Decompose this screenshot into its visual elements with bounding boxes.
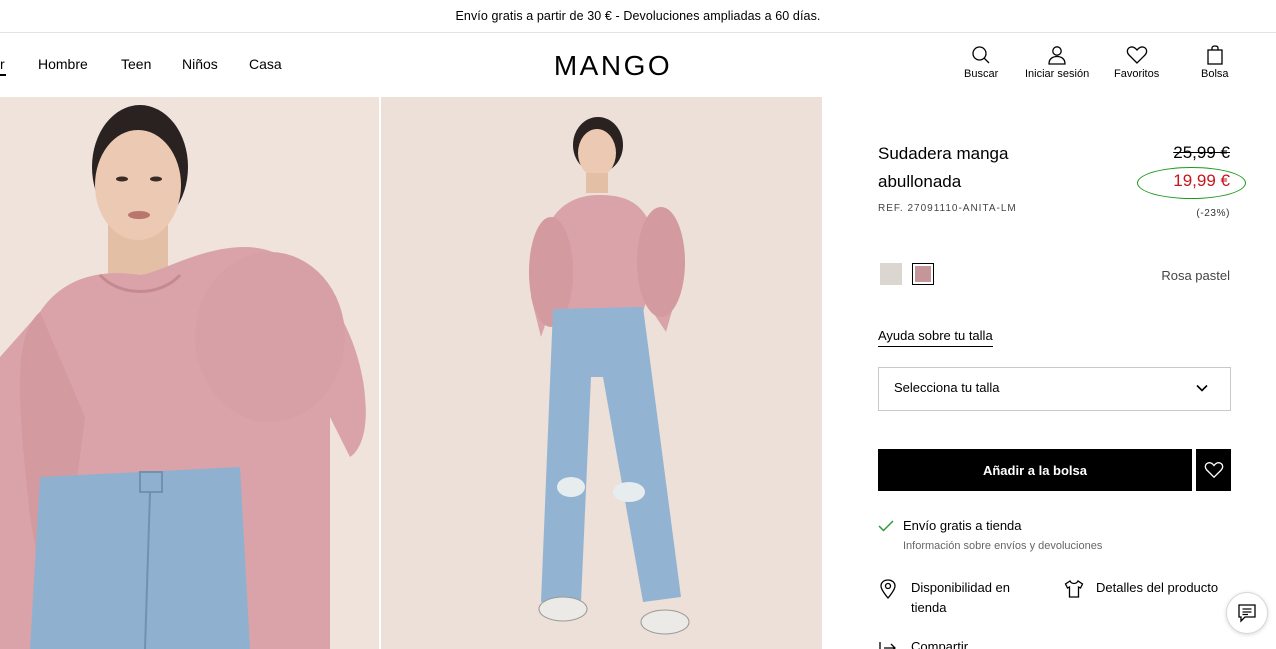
nav-active-underline bbox=[0, 74, 6, 76]
model-fullbody-illustration bbox=[381, 97, 822, 649]
chevron-down-icon bbox=[1196, 384, 1208, 392]
chat-button[interactable] bbox=[1226, 592, 1268, 634]
site-header: r Hombre Teen Niños Casa MANGO Buscar In… bbox=[0, 33, 1276, 97]
color-swatch-pink-fill bbox=[915, 266, 931, 282]
model-closeup-illustration bbox=[0, 97, 379, 649]
shipping-info-link[interactable]: Información sobre envíos y devoluciones bbox=[903, 540, 1102, 552]
product-reference: REF. 27091110-ANITA-LM bbox=[878, 203, 1017, 214]
nav-item-ninos[interactable]: Niños bbox=[182, 56, 218, 72]
size-select-dropdown[interactable]: Selecciona tu talla bbox=[878, 367, 1231, 411]
selected-color-name: Rosa pastel bbox=[1161, 268, 1230, 283]
discount-badge: (-23%) bbox=[1196, 208, 1230, 219]
nav-item-casa[interactable]: Casa bbox=[249, 56, 282, 72]
promo-banner-text: Envío gratis a partir de 30 € - Devoluci… bbox=[455, 9, 821, 23]
color-swatch-pink-selected[interactable] bbox=[912, 263, 934, 285]
promo-banner: Envío gratis a partir de 30 € - Devoluci… bbox=[0, 0, 1276, 33]
mango-logo[interactable]: MANGO bbox=[541, 48, 685, 82]
original-price: 25,99 € bbox=[1173, 143, 1230, 162]
chat-icon bbox=[1238, 604, 1256, 623]
user-icon bbox=[1048, 46, 1066, 65]
favorites-button[interactable]: Favoritos bbox=[1114, 45, 1159, 80]
favorites-label: Favoritos bbox=[1114, 68, 1160, 80]
bag-icon bbox=[1207, 45, 1223, 65]
add-to-favorites-button[interactable] bbox=[1196, 449, 1231, 491]
search-icon bbox=[972, 46, 990, 64]
product-details-button[interactable]: Detalles del producto bbox=[1064, 578, 1218, 599]
share-button[interactable]: Compartir bbox=[879, 637, 968, 649]
tshirt-icon bbox=[1064, 580, 1084, 598]
size-help-link[interactable]: Ayuda sobre tu talla bbox=[878, 328, 993, 347]
heart-icon bbox=[1204, 462, 1223, 479]
store-availability-button[interactable]: Disponibilidad en tienda bbox=[879, 578, 1031, 618]
product-image-closeup[interactable] bbox=[0, 97, 379, 649]
product-title: Sudadera manga abullonada bbox=[878, 144, 1009, 191]
heart-icon bbox=[1126, 46, 1147, 64]
add-to-bag-label: Añadir a la bolsa bbox=[982, 462, 1088, 478]
size-select-label: Selecciona tu talla bbox=[894, 380, 1000, 395]
price-highlight-ring bbox=[1137, 167, 1246, 199]
nav-item-teen[interactable]: Teen bbox=[121, 56, 151, 72]
search-button[interactable]: Buscar bbox=[964, 45, 998, 80]
location-pin-icon bbox=[880, 579, 896, 599]
search-label: Buscar bbox=[964, 68, 999, 80]
check-icon bbox=[878, 519, 894, 532]
free-shipping-text: Envío gratis a tienda bbox=[903, 518, 1022, 533]
login-label: Iniciar sesión bbox=[1025, 68, 1090, 80]
bag-button[interactable]: Bolsa bbox=[1201, 45, 1229, 80]
login-button[interactable]: Iniciar sesión bbox=[1025, 45, 1089, 80]
share-label: Compartir bbox=[911, 639, 969, 649]
store-availability-label: Disponibilidad en tienda bbox=[911, 580, 1011, 615]
add-to-bag-button[interactable]: Añadir a la bolsa bbox=[878, 449, 1192, 491]
product-image-fullbody[interactable] bbox=[381, 97, 822, 649]
bag-label: Bolsa bbox=[1201, 68, 1229, 80]
share-icon bbox=[879, 642, 896, 649]
color-swatch-beige[interactable] bbox=[880, 263, 902, 285]
nav-item-cut[interactable]: r bbox=[0, 56, 5, 72]
free-shipping-notice: Envío gratis a tienda bbox=[878, 518, 1022, 533]
product-details-label: Detalles del producto bbox=[1096, 580, 1219, 595]
nav-item-hombre[interactable]: Hombre bbox=[38, 56, 88, 72]
logo-text: MANGO bbox=[554, 50, 672, 81]
